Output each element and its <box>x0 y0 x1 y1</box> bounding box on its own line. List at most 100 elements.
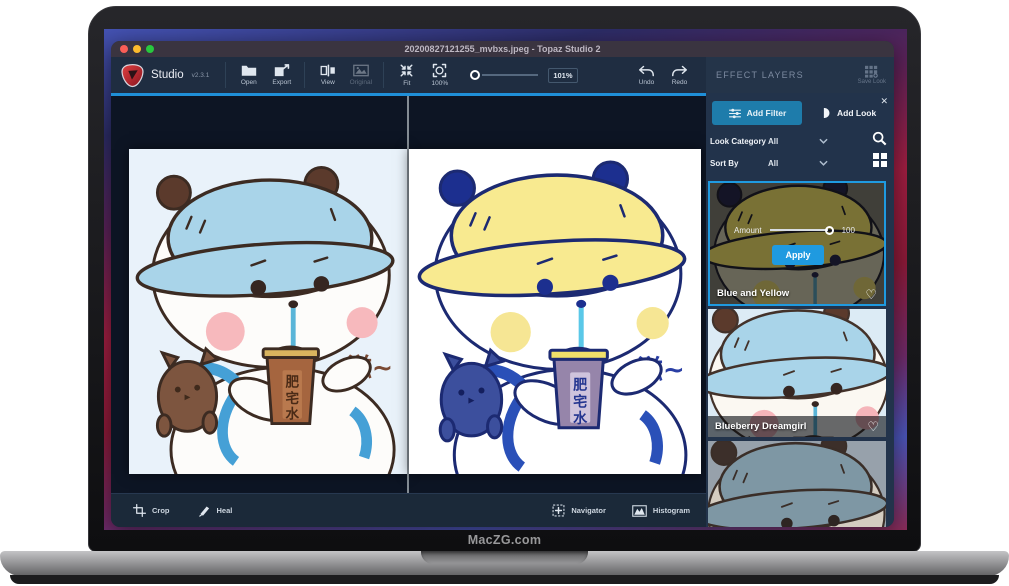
svg-text:肥: 肥 <box>285 375 299 391</box>
navigator-icon <box>552 504 565 517</box>
look-category-label: Look Category <box>710 137 766 146</box>
heal-button[interactable]: Heal <box>198 504 233 517</box>
effects-panel-header: EFFECT LAYERS Save Look <box>706 57 894 93</box>
app-window: 20200827121255_mvbxs.jpeg - Topaz Studio… <box>111 41 894 527</box>
original-image-pane: 滋~ 肥 宅 水 <box>129 149 407 474</box>
zoom-slider[interactable] <box>470 70 538 80</box>
original-button[interactable]: Original <box>344 59 377 91</box>
add-filter-button[interactable]: Add Filter <box>712 101 802 125</box>
laptop-mockup: 20200827121255_mvbxs.jpeg - Topaz Studio… <box>0 0 1009 586</box>
crop-icon <box>133 504 146 517</box>
sort-by-label: Sort By <box>710 159 766 168</box>
export-button[interactable]: Export <box>265 59 298 91</box>
look-card-blue-and-yellow[interactable]: 滋~ 肥 宅 水 <box>708 181 886 306</box>
look-name: Blueberry Dreamgirl <box>715 421 806 432</box>
half-circle-icon <box>822 107 832 119</box>
amount-label: Amount <box>734 226 762 235</box>
look-name: Blue and Yellow <box>717 288 789 299</box>
export-icon <box>274 64 290 77</box>
crop-button[interactable]: Crop <box>133 504 170 517</box>
zoom-100-button[interactable]: 100% <box>423 59 456 91</box>
look-category-row: Look Category All <box>710 133 830 149</box>
favorite-heart-icon[interactable]: ♡ <box>867 420 879 433</box>
effect-layers-title: EFFECT LAYERS <box>706 70 804 80</box>
brand-text: MacZG.com <box>89 533 920 547</box>
svg-text:宅: 宅 <box>573 394 587 411</box>
redo-icon <box>671 65 688 77</box>
main-toolbar: Studio v2.3.1 Open <box>111 57 706 93</box>
split-view-icon <box>320 64 336 77</box>
amount-control: Amount 100 <box>710 223 884 237</box>
heal-brush-icon <box>198 504 211 517</box>
laptop-base <box>0 551 1009 576</box>
look-card-blueberry-dreamgirl[interactable]: 滋~ 肥 宅 水 <box>708 309 886 437</box>
sort-by-dropdown[interactable]: All <box>766 159 830 168</box>
look-category-dropdown[interactable]: All <box>766 137 830 146</box>
zoom-level-value: 101% <box>548 68 577 83</box>
filtered-image: 滋~ 肥 宅 水 <box>409 149 701 474</box>
effects-panel: Add Filter Add Look ✕ Look Category All <box>706 93 894 527</box>
app-version: v2.3.1 <box>192 72 210 79</box>
window-content: 滋~ 肥 宅 水 <box>111 93 894 527</box>
panda-illustration: 滋~ 肥 宅 水 <box>409 149 701 474</box>
fit-button[interactable]: Fit <box>390 59 423 91</box>
topbar: Studio v2.3.1 Open <box>111 57 894 93</box>
histogram-button[interactable]: Histogram <box>632 505 690 517</box>
redo-button[interactable]: Redo <box>663 59 696 91</box>
panda-illustration: 滋~ 肥 宅 水 <box>129 149 407 474</box>
look-card-third[interactable]: 滋~ 肥 宅 水 <box>708 441 886 527</box>
grid-icon <box>873 153 887 167</box>
window-title: 20200827121255_mvbxs.jpeg - Topaz Studio… <box>111 44 894 54</box>
selection-box-icon <box>432 63 447 78</box>
add-look-button[interactable]: Add Look <box>822 101 876 125</box>
screen-wallpaper: 20200827121255_mvbxs.jpeg - Topaz Studio… <box>104 29 907 530</box>
original-image: 滋~ 肥 宅 水 <box>129 149 407 474</box>
topaz-logo-icon <box>120 63 145 88</box>
amount-slider-track[interactable] <box>770 229 828 231</box>
view-mode-grid-button[interactable] <box>873 153 887 172</box>
canvas-area: 滋~ 肥 宅 水 <box>111 96 706 493</box>
look-name-bar: Blueberry Dreamgirl ♡ <box>708 416 886 437</box>
bottom-toolbar: Crop Heal Navigat <box>111 493 706 527</box>
svg-text:水: 水 <box>285 406 299 423</box>
search-icon <box>872 131 887 146</box>
toolbar-separator <box>225 62 226 88</box>
history-buttons: Undo Redo <box>630 59 696 91</box>
svg-text:水: 水 <box>573 410 588 427</box>
amount-value: 100 <box>842 226 855 235</box>
histogram-icon <box>632 505 647 517</box>
search-button[interactable] <box>872 131 887 151</box>
image-icon <box>353 64 369 77</box>
fit-screen-icon <box>399 63 414 78</box>
undo-button[interactable]: Undo <box>630 59 663 91</box>
preview-overlay <box>710 183 884 304</box>
favorite-heart-icon[interactable]: ♡ <box>865 288 877 301</box>
save-look-button[interactable]: Save Look <box>858 65 886 85</box>
grid-plus-icon <box>864 65 879 78</box>
laptop-base-shadow <box>10 575 999 584</box>
open-button[interactable]: Open <box>232 59 265 91</box>
look-preview-image: 滋~ 肥 宅 水 <box>708 441 886 527</box>
undo-icon <box>638 65 655 77</box>
app-name: Studio <box>151 69 184 81</box>
toolbar-separator <box>304 62 305 88</box>
zoom-slider-track[interactable] <box>482 74 538 76</box>
svg-text:宅: 宅 <box>285 390 299 407</box>
sort-by-row: Sort By All <box>710 155 830 171</box>
toolbar-separator <box>383 62 384 88</box>
canvas-column: 滋~ 肥 宅 水 <box>111 93 706 527</box>
svg-text:肥: 肥 <box>573 378 587 394</box>
folder-icon <box>241 64 257 77</box>
panda-illustration: 滋~ 肥 宅 水 <box>708 441 886 527</box>
chevron-down-icon <box>819 138 828 144</box>
lid-notch <box>421 551 588 564</box>
laptop-bezel: 20200827121255_mvbxs.jpeg - Topaz Studio… <box>88 6 921 552</box>
amount-slider-knob[interactable] <box>825 226 834 235</box>
view-button[interactable]: View <box>311 59 344 91</box>
zoom-slider-knob[interactable] <box>470 70 480 80</box>
chevron-down-icon <box>819 160 828 166</box>
apply-button[interactable]: Apply <box>772 245 824 265</box>
app-logo-group: Studio v2.3.1 <box>111 63 219 88</box>
navigator-button[interactable]: Navigator <box>552 504 606 517</box>
panel-close-button[interactable]: ✕ <box>880 96 888 107</box>
